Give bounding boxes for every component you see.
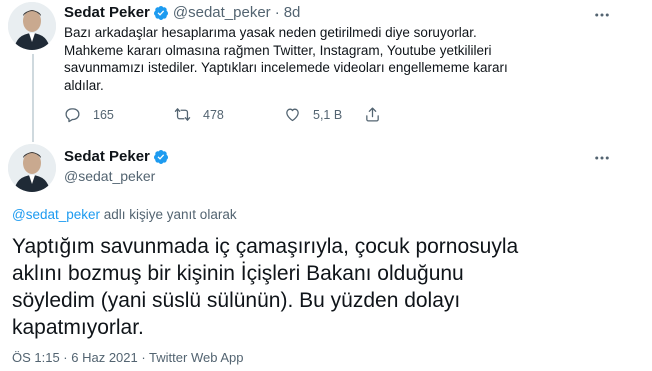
thread-connector-line bbox=[32, 54, 34, 142]
tweet-text-line: Bazı arkadaşlar hesaplarıma yasak neden … bbox=[64, 25, 477, 40]
heart-icon bbox=[284, 106, 301, 123]
tweet-timestamp[interactable]: 8d bbox=[284, 4, 301, 21]
author-avatar[interactable] bbox=[8, 2, 56, 50]
more-options-icon[interactable] bbox=[592, 148, 612, 168]
verified-badge-icon bbox=[153, 5, 169, 21]
reply-icon bbox=[64, 106, 81, 123]
verified-badge-icon bbox=[153, 149, 169, 165]
tweet-metadata[interactable]: ÖS 1:15 · 6 Haz 2021 · Twitter Web App bbox=[12, 350, 243, 365]
separator-dot: · bbox=[274, 4, 280, 21]
like-count: 5,1 B bbox=[313, 107, 343, 122]
tweet-text-line: aklını bozmuş bir kişinin İçişleri Bakan… bbox=[12, 262, 464, 285]
tweet-text-line: savunmamızı istediler. Yaptıkları incele… bbox=[64, 60, 508, 75]
share-icon bbox=[364, 106, 381, 123]
reply-count: 165 bbox=[93, 107, 114, 122]
reply-to-mention-link[interactable]: @sedat_peker bbox=[12, 207, 100, 222]
retweet-count: 478 bbox=[203, 107, 224, 122]
tweet-text-line: Yaptığım savunmada iç çamaşırıyla, çocuk… bbox=[12, 235, 519, 258]
like-button[interactable]: 5,1 B bbox=[284, 106, 342, 123]
tweet-text-line: aldılar. bbox=[64, 77, 104, 93]
reply-button[interactable]: 165 bbox=[64, 106, 114, 123]
reply-to-label: adlı kişiye yanıt olarak bbox=[100, 207, 237, 222]
retweet-icon bbox=[174, 106, 191, 123]
author-name[interactable]: Sedat Peker bbox=[64, 4, 150, 21]
tweet1-actions: 165 478 5,1 B bbox=[64, 106, 384, 126]
share-button[interactable] bbox=[364, 106, 381, 123]
replying-to-line: @sedat_peker adlı kişiye yanıt olarak bbox=[12, 207, 237, 222]
tweet-text-line: Mahkeme kararı olmasına rağmen Twitter, … bbox=[64, 42, 492, 58]
author-avatar[interactable] bbox=[8, 144, 56, 192]
author-name[interactable]: Sedat Peker bbox=[64, 148, 150, 165]
author-handle[interactable]: @sedat_peker bbox=[173, 4, 271, 21]
author-handle[interactable]: @sedat_peker bbox=[64, 168, 155, 184]
tweet1-header: Sedat Peker @sedat_peker · 8d bbox=[64, 4, 300, 21]
tweet2-body: Yaptığım savunmada iç çamaşırıyla, çocuk… bbox=[12, 233, 572, 341]
retweet-button[interactable]: 478 bbox=[174, 106, 224, 123]
tweet-text-line: kapatmıyorlar. bbox=[12, 316, 144, 339]
tweet1-body: Bazı arkadaşlar hesaplarıma yasak neden … bbox=[64, 24, 524, 94]
tweet2-header: Sedat Peker bbox=[64, 148, 169, 165]
more-options-icon[interactable] bbox=[592, 5, 612, 25]
tweet-text-line: söyledim (yani süslü sülünün). Bu yüzden… bbox=[12, 289, 461, 312]
